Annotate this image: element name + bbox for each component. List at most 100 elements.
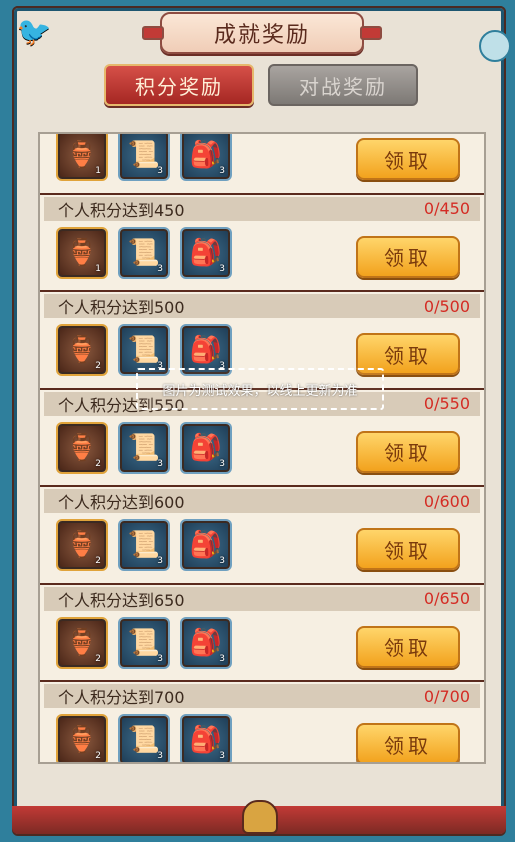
tab-battle-reward[interactable]: 对战奖励	[268, 64, 418, 106]
claim-button[interactable]: 领取	[356, 430, 460, 473]
scroll-icon[interactable]: 📜 3	[120, 521, 168, 569]
bird-decoration-icon: 🐦	[16, 15, 52, 48]
reward-count: 3	[219, 653, 225, 664]
reward-list-panel[interactable]: 🏺 1 📜 3 🎒 3 领取 个人积分达到450 0/450 🏺 1 📜 3 🎒 3 领取 个人积分达到500 0…	[38, 132, 486, 764]
reward-item: 🏺 1 📜 3 🎒 3 领取	[40, 134, 484, 193]
scroll-icon[interactable]: 📜 3	[120, 228, 168, 277]
bag-glyph-icon: 🎒	[189, 530, 223, 560]
tab-bar: 积分奖励 对战奖励	[0, 64, 515, 106]
reward-count: 3	[219, 263, 225, 274]
bag-glyph-icon: 🎒	[189, 725, 223, 755]
reward-item: 个人积分达到450 0/450 🏺 1 📜 3 🎒 3 领取	[40, 192, 484, 290]
jar-icon[interactable]: 🏺 2	[58, 716, 106, 762]
reward-icons: 🏺 2 📜 3 🎒 3	[58, 618, 230, 671]
claim-button[interactable]: 领取	[356, 625, 460, 668]
claim-button[interactable]: 领取	[356, 138, 460, 180]
reward-condition-bar: 个人积分达到600 0/600	[44, 489, 480, 513]
bag-glyph-icon: 🎒	[189, 237, 223, 268]
jar-icon[interactable]: 🏺 2	[58, 423, 106, 472]
scroll-glyph-icon: 📜	[127, 140, 161, 170]
reward-item: 个人积分达到600 0/600 🏺 2 📜 3 🎒 3 领取	[40, 485, 484, 583]
bag-glyph-icon: 🎒	[189, 432, 223, 463]
reward-count: 3	[219, 556, 225, 566]
reward-condition: 个人积分达到500	[58, 298, 185, 317]
jar-glyph-icon: 🏺	[65, 237, 99, 268]
jar-glyph-icon: 🏺	[65, 627, 99, 658]
reward-icons: 🏺 2 📜 3 🎒 3	[58, 521, 230, 573]
reward-icons: 🏺 1 📜 3 🎒 3	[58, 228, 230, 281]
bag-icon[interactable]: 🎒 3	[182, 716, 230, 762]
reward-icons: 🏺 2 📜 3 🎒 3	[58, 716, 230, 762]
jar-glyph-icon: 🏺	[65, 725, 99, 755]
jar-glyph-icon: 🏺	[65, 432, 99, 463]
reward-count: 2	[95, 556, 101, 566]
bag-glyph-icon: 🎒	[189, 140, 223, 170]
jar-glyph-icon: 🏺	[65, 335, 99, 365]
reward-progress: 0/450	[423, 199, 470, 218]
reward-condition: 个人积分达到700	[58, 688, 185, 707]
jar-icon[interactable]: 🏺 2	[58, 326, 106, 374]
jar-icon[interactable]: 🏺 2	[58, 521, 106, 569]
reward-count: 3	[157, 263, 163, 274]
tab-points-reward[interactable]: 积分奖励	[104, 64, 254, 106]
scroll-glyph-icon: 📜	[127, 530, 161, 560]
reward-list: 🏺 1 📜 3 🎒 3 领取 个人积分达到450 0/450 🏺 1 📜 3 🎒 3 领取 个人积分达到500 0…	[40, 134, 484, 762]
scroll-glyph-icon: 📜	[127, 335, 161, 365]
jar-icon[interactable]: 🏺 1	[58, 228, 106, 277]
jar-glyph-icon: 🏺	[65, 530, 99, 560]
scroll-icon[interactable]: 📜 3	[120, 423, 168, 472]
scroll-icon[interactable]: 📜 3	[120, 618, 168, 667]
scroll-icon[interactable]: 📜 3	[120, 134, 168, 179]
reward-count: 1	[95, 166, 101, 176]
reward-condition-bar: 个人积分达到650 0/650	[44, 586, 480, 611]
bag-icon[interactable]: 🎒 3	[182, 423, 230, 472]
reward-icons: 🏺 2 📜 3 🎒 3	[58, 423, 230, 476]
reward-count: 3	[157, 751, 163, 761]
jar-icon[interactable]: 🏺 1	[58, 134, 106, 179]
reward-count: 3	[157, 556, 163, 566]
bag-icon[interactable]: 🎒 3	[182, 521, 230, 569]
reward-progress: 0/500	[423, 296, 470, 316]
reward-condition-bar: 个人积分达到700 0/700	[44, 684, 480, 708]
reward-condition: 个人积分达到600	[58, 493, 185, 512]
bag-glyph-icon: 🎒	[189, 627, 223, 658]
reward-progress: 0/550	[423, 394, 470, 413]
claim-button[interactable]: 领取	[356, 528, 460, 570]
reward-condition-bar: 个人积分达到450 0/450	[44, 196, 480, 221]
reward-progress: 0/700	[423, 686, 470, 706]
jar-glyph-icon: 🏺	[65, 140, 99, 170]
bag-icon[interactable]: 🎒 3	[182, 228, 230, 277]
claim-button[interactable]: 领取	[356, 723, 460, 762]
claim-button[interactable]: 领取	[356, 235, 460, 278]
reward-progress: 0/650	[423, 589, 470, 608]
window-title: 成就奖励	[142, 12, 382, 54]
reward-item: 个人积分达到650 0/650 🏺 2 📜 3 🎒 3 领取	[40, 582, 484, 680]
reward-count: 2	[95, 361, 101, 371]
reward-count: 3	[219, 751, 225, 761]
reward-condition-bar: 个人积分达到500 0/500	[44, 294, 480, 318]
test-watermark: 图片为测试效果，以线上更新为准	[136, 368, 384, 410]
scroll-icon[interactable]: 📜 3	[120, 716, 168, 762]
scroll-glyph-icon: 📜	[127, 432, 161, 463]
reward-count: 1	[95, 263, 101, 274]
bag-icon[interactable]: 🎒 3	[182, 134, 230, 179]
scroll-glyph-icon: 📜	[127, 725, 161, 755]
reward-icons: 🏺 1 📜 3 🎒 3	[58, 134, 230, 183]
scroll-glyph-icon: 📜	[127, 237, 161, 268]
reward-count: 2	[95, 653, 101, 664]
reward-count: 2	[95, 458, 101, 469]
bag-glyph-icon: 🎒	[189, 335, 223, 365]
reward-count: 3	[157, 653, 163, 664]
reward-count: 3	[219, 458, 225, 469]
reward-condition: 个人积分达到450	[58, 200, 185, 220]
scroll-glyph-icon: 📜	[127, 627, 161, 658]
reward-count: 3	[219, 166, 225, 176]
scroll-icon[interactable]: 📜 3	[120, 326, 168, 374]
reward-count: 3	[157, 166, 163, 176]
bottom-ornament-icon	[242, 800, 278, 834]
corner-button[interactable]	[479, 30, 511, 62]
reward-count: 3	[157, 458, 163, 469]
jar-icon[interactable]: 🏺 2	[58, 618, 106, 667]
bag-icon[interactable]: 🎒 3	[182, 618, 230, 667]
bag-icon[interactable]: 🎒 3	[182, 326, 230, 374]
